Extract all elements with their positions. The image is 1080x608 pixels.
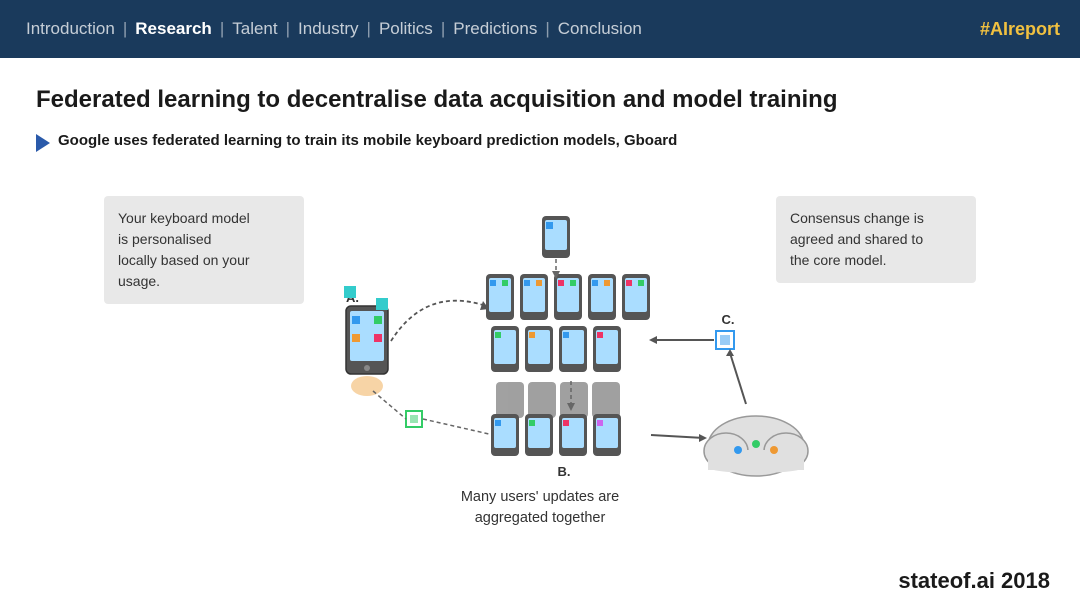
nav-sep-1: | bbox=[121, 19, 129, 39]
svg-text:B.: B. bbox=[558, 464, 571, 479]
navbar: Introduction | Research | Talent | Indus… bbox=[0, 0, 1080, 58]
nav-item-industry[interactable]: Industry bbox=[292, 19, 364, 39]
svg-text:C.: C. bbox=[722, 312, 735, 327]
nav-item-research[interactable]: Research bbox=[129, 19, 218, 39]
nav-links: Introduction | Research | Talent | Indus… bbox=[20, 19, 648, 39]
box-b-label: Many users' updates areaggregated togeth… bbox=[461, 487, 619, 531]
nav-item-politics[interactable]: Politics bbox=[373, 19, 439, 39]
diagram-svg: A. bbox=[36, 176, 1044, 536]
page-title: Federated learning to decentralise data … bbox=[36, 86, 1044, 114]
subtitle-block: Google uses federated learning to train … bbox=[36, 132, 1044, 152]
nav-item-conclusion[interactable]: Conclusion bbox=[552, 19, 648, 39]
arrow-icon bbox=[36, 134, 50, 152]
main-content: Federated learning to decentralise data … bbox=[0, 58, 1080, 556]
nav-item-talent[interactable]: Talent bbox=[226, 19, 283, 39]
nav-sep-5: | bbox=[439, 19, 447, 39]
nav-item-predictions[interactable]: Predictions bbox=[447, 19, 543, 39]
diagram-area: Your keyboard modelis personalisedlocall… bbox=[36, 176, 1044, 536]
nav-sep-2: | bbox=[218, 19, 226, 39]
nav-sep-4: | bbox=[365, 19, 373, 39]
nav-sep-3: | bbox=[284, 19, 292, 39]
nav-item-introduction[interactable]: Introduction bbox=[20, 19, 121, 39]
hashtag-label: #AIreport bbox=[980, 19, 1060, 40]
footer-text: stateof.ai 2018 bbox=[898, 568, 1050, 594]
nav-sep-6: | bbox=[543, 19, 551, 39]
subtitle-text: Google uses federated learning to train … bbox=[58, 132, 677, 149]
